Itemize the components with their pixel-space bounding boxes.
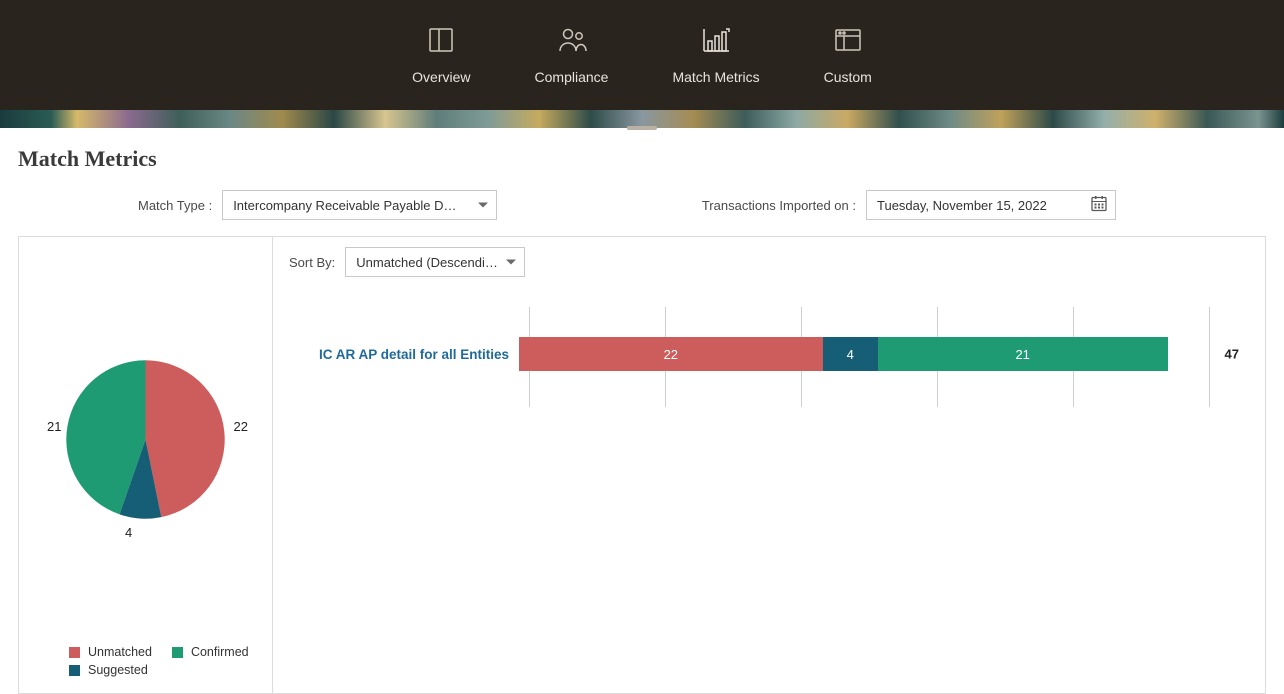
imported-on-datepicker[interactable]: Tuesday, November 15, 2022 xyxy=(866,190,1116,220)
bar-seg-suggested[interactable]: 4 xyxy=(823,337,878,371)
nav-overview[interactable]: Overview xyxy=(412,25,470,85)
swatch-unmatched xyxy=(69,647,80,658)
nav-match-metrics[interactable]: Match Metrics xyxy=(672,25,759,85)
swatch-confirmed xyxy=(172,647,183,658)
match-type-label: Match Type : xyxy=(138,198,212,213)
pie-label-unmatched: 22 xyxy=(234,419,248,434)
bar-row: IC AR AP detail for all Entities 22 4 21… xyxy=(289,337,1249,371)
nav-label: Custom xyxy=(824,69,872,85)
metrics-icon xyxy=(701,25,731,55)
calendar-icon xyxy=(1091,196,1107,215)
overview-icon xyxy=(427,25,455,55)
sortby-label: Sort By: xyxy=(289,255,335,270)
legend-suggested[interactable]: Suggested xyxy=(69,663,148,677)
sortby-select[interactable]: Unmatched (Descendi… xyxy=(345,247,525,277)
sortby-value: Unmatched (Descendi… xyxy=(356,255,498,270)
chevron-down-icon xyxy=(478,203,488,208)
nav-label: Overview xyxy=(412,69,470,85)
pie-svg xyxy=(63,357,228,522)
people-icon xyxy=(556,25,588,55)
imported-on-value: Tuesday, November 15, 2022 xyxy=(877,198,1047,213)
custom-icon xyxy=(834,25,862,55)
legend-confirmed[interactable]: Confirmed xyxy=(172,645,249,659)
bar-seg-unmatched[interactable]: 22 xyxy=(519,337,823,371)
page-title: Match Metrics xyxy=(18,146,1266,172)
imported-on-label: Transactions Imported on : xyxy=(702,198,856,213)
bar-chart: IC AR AP detail for all Entities 22 4 21… xyxy=(289,307,1249,407)
match-type-select[interactable]: Intercompany Receivable Payable D… xyxy=(222,190,497,220)
bar-seg-confirmed[interactable]: 21 xyxy=(878,337,1168,371)
bar-row-label[interactable]: IC AR AP detail for all Entities xyxy=(289,347,519,362)
nav-label: Match Metrics xyxy=(672,69,759,85)
nav-compliance[interactable]: Compliance xyxy=(535,25,609,85)
top-nav: Overview Compliance Match Metrics xyxy=(0,0,1284,110)
bar-total: 47 xyxy=(1225,347,1239,362)
bar-track[interactable]: 22 4 21 47 xyxy=(519,337,1209,371)
pie-label-confirmed: 21 xyxy=(47,419,61,434)
nav-label: Compliance xyxy=(535,69,609,85)
pie-chart[interactable]: 22 4 21 xyxy=(63,357,228,522)
nav-custom[interactable]: Custom xyxy=(824,25,872,85)
filter-row: Match Type : Intercompany Receivable Pay… xyxy=(18,190,1266,220)
swatch-suggested xyxy=(69,665,80,676)
legend-unmatched[interactable]: Unmatched xyxy=(69,645,152,659)
match-type-value: Intercompany Receivable Payable D… xyxy=(233,198,456,213)
chevron-down-icon xyxy=(506,260,516,265)
pie-label-suggested: 4 xyxy=(125,525,132,540)
bar-panel: Sort By: Unmatched (Descendi… IC AR AP d… xyxy=(273,236,1266,694)
pie-legend: Unmatched Confirmed Suggested xyxy=(69,645,249,681)
pie-panel: 22 4 21 Unmatched Confirmed xyxy=(18,236,273,694)
